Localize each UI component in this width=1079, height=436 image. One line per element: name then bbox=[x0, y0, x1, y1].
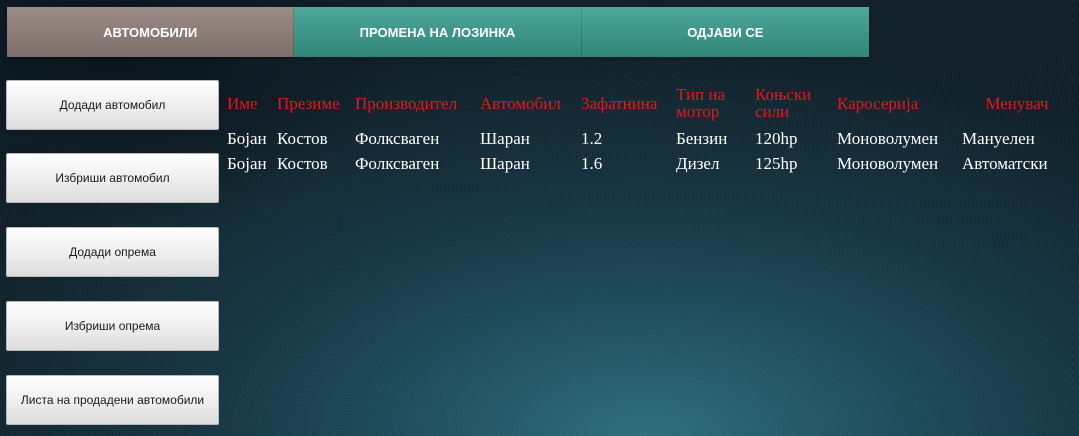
cell-manufacturer: Фолксваген bbox=[355, 154, 440, 173]
delete-car-button[interactable]: Избриши автомобил bbox=[6, 153, 219, 203]
delete-equipment-button[interactable]: Избриши опрема bbox=[6, 301, 219, 351]
column-header-horsepower: Коњски сили bbox=[755, 85, 812, 121]
cell-displacement: 1.2 bbox=[581, 129, 603, 148]
cars-table: Име Презиме Производител Автомобил Зафат… bbox=[227, 80, 1072, 176]
nav-cars-button[interactable]: АВТОМОБИЛИ bbox=[7, 7, 295, 57]
nav-change-password-button[interactable]: ПРОМЕНА НА ЛОЗИНКА bbox=[294, 7, 582, 57]
sold-cars-list-button[interactable]: Листа на продадени автомобили bbox=[6, 375, 219, 425]
add-car-button[interactable]: Додади автомобил bbox=[6, 80, 219, 130]
cell-first-name: Бојан bbox=[227, 154, 267, 173]
table-header-row: Име Презиме Производител Автомобил Зафат… bbox=[227, 80, 1072, 126]
table-row: Бојан Костов Фолксваген Шаран 1.6 Дизел … bbox=[227, 151, 1072, 176]
add-equipment-button[interactable]: Додади опрема bbox=[6, 227, 219, 277]
cell-last-name: Костов bbox=[277, 154, 328, 173]
column-header-first-name: Име bbox=[227, 93, 258, 113]
cell-first-name: Бојан bbox=[227, 129, 267, 148]
cell-horsepower: 120hp bbox=[755, 129, 798, 148]
cell-engine-type: Дизел bbox=[676, 154, 720, 173]
cell-engine-type: Бензин bbox=[676, 129, 728, 148]
cell-transmission: Автоматски bbox=[962, 154, 1048, 173]
cell-car: Шаран bbox=[480, 129, 530, 148]
column-header-displacement: Зафатнина bbox=[581, 93, 658, 113]
cell-body-type: Моноволумен bbox=[837, 129, 939, 148]
cell-displacement: 1.6 bbox=[581, 154, 603, 173]
column-header-last-name: Презиме bbox=[277, 93, 340, 113]
nav-logout-button[interactable]: ОДЈАВИ СЕ bbox=[581, 7, 869, 57]
cell-last-name: Костов bbox=[277, 129, 328, 148]
table-row: Бојан Костов Фолксваген Шаран 1.2 Бензин… bbox=[227, 126, 1072, 151]
column-header-transmission: Менувач bbox=[985, 93, 1049, 113]
cell-car: Шаран bbox=[480, 154, 530, 173]
column-header-engine-type: Тип на мотор bbox=[676, 85, 726, 121]
column-header-body-type: Каросерија bbox=[837, 93, 919, 113]
column-header-manufacturer: Производител bbox=[355, 93, 458, 113]
top-navigation: АВТОМОБИЛИ ПРОМЕНА НА ЛОЗИНКА ОДЈАВИ СЕ bbox=[7, 7, 869, 57]
cell-horsepower: 125hp bbox=[755, 154, 798, 173]
cell-body-type: Моноволумен bbox=[837, 154, 939, 173]
column-header-car: Автомобил bbox=[480, 93, 561, 113]
cell-manufacturer: Фолксваген bbox=[355, 129, 440, 148]
cell-transmission: Мануелен bbox=[962, 129, 1035, 148]
